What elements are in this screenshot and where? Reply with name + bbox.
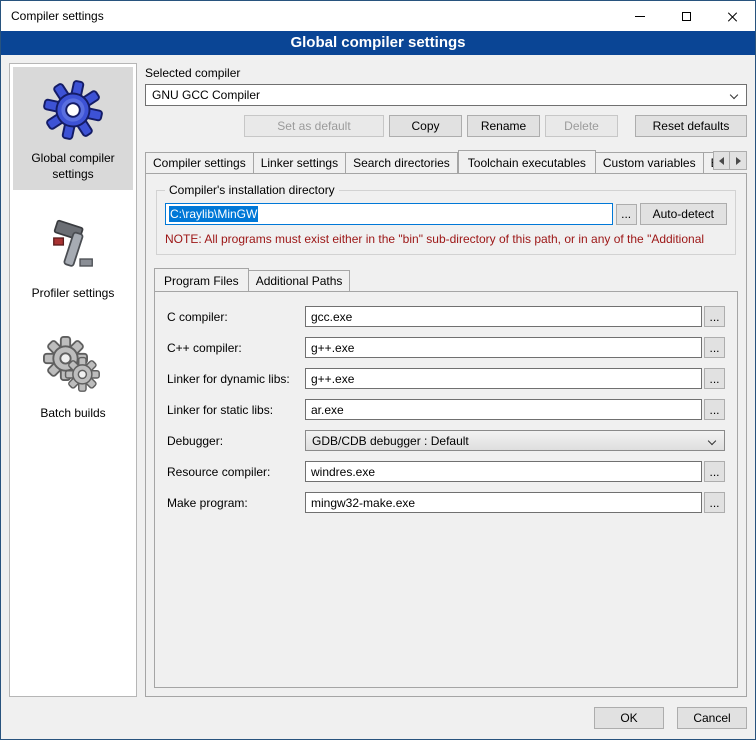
- copy-button[interactable]: Copy: [389, 115, 462, 137]
- debugger-select[interactable]: GDB/CDB debugger : Default: [305, 430, 725, 451]
- c-compiler-label: C compiler:: [167, 310, 303, 324]
- titlebar: Compiler settings: [1, 1, 755, 31]
- sidebar-item-label: Batch builds: [16, 406, 130, 422]
- installation-directory-group-title: Compiler's installation directory: [165, 183, 339, 197]
- installation-directory-value: C:\raylib\MinGW: [169, 206, 258, 222]
- inner-tab-scroll-area: Program Files Additional Paths: [154, 267, 738, 291]
- tab-scroll-arrows: [713, 151, 747, 170]
- installation-directory-note: NOTE: All programs must exist either in …: [165, 232, 727, 246]
- rename-button[interactable]: Rename: [467, 115, 540, 137]
- make-program-input[interactable]: [305, 492, 702, 513]
- c-compiler-row: C compiler: ...: [167, 306, 725, 327]
- debugger-row: Debugger: GDB/CDB debugger : Default: [167, 430, 725, 451]
- debugger-select-value: GDB/CDB debugger : Default: [312, 434, 469, 448]
- tab-search-directories[interactable]: Search directories: [346, 152, 458, 173]
- dynamic-linker-browse-button[interactable]: ...: [704, 368, 725, 389]
- toolchain-executables-panel: Compiler's installation directory C:\ray…: [145, 173, 747, 697]
- tab-additional-paths[interactable]: Additional Paths: [249, 270, 351, 291]
- resource-compiler-label: Resource compiler:: [167, 465, 303, 479]
- program-files-panel: C compiler: ... C++ compiler: ... Linker…: [154, 291, 738, 688]
- resource-compiler-input[interactable]: [305, 461, 702, 482]
- settings-tabstrip: Compiler settings Linker settings Search…: [145, 149, 747, 173]
- installation-directory-row: C:\raylib\MinGW ... Auto-detect: [165, 203, 727, 225]
- installation-directory-browse-button[interactable]: ...: [616, 204, 637, 225]
- compiler-settings-dialog: Compiler settings Global compiler settin…: [0, 0, 756, 740]
- set-as-default-button[interactable]: Set as default: [244, 115, 384, 137]
- c-compiler-input[interactable]: [305, 306, 702, 327]
- global-compiler-settings-gear-icon: [16, 77, 130, 143]
- sidebar-item-label: Global compiler settings: [16, 151, 130, 182]
- make-program-browse-button[interactable]: ...: [704, 492, 725, 513]
- ok-button[interactable]: OK: [594, 707, 664, 729]
- sidebar-item-label: Profiler settings: [16, 286, 130, 302]
- auto-detect-button[interactable]: Auto-detect: [640, 203, 727, 225]
- minimize-button[interactable]: [617, 1, 663, 31]
- dialog-content: Global compiler settings Profiler settin…: [1, 55, 755, 705]
- cpp-compiler-input[interactable]: [305, 337, 702, 358]
- tab-scroll-left-button[interactable]: [713, 151, 730, 170]
- installation-directory-group: Compiler's installation directory C:\ray…: [156, 190, 736, 255]
- cancel-button[interactable]: Cancel: [677, 707, 747, 729]
- window-title: Compiler settings: [1, 9, 104, 23]
- static-linker-browse-button[interactable]: ...: [704, 399, 725, 420]
- selected-compiler-label: Selected compiler: [145, 66, 747, 80]
- program-files-tabstrip: Program Files Additional Paths: [154, 267, 738, 291]
- installation-directory-input[interactable]: C:\raylib\MinGW: [165, 203, 613, 225]
- tab-linker-settings[interactable]: Linker settings: [254, 152, 346, 173]
- resource-compiler-row: Resource compiler: ...: [167, 461, 725, 482]
- static-linker-input[interactable]: [305, 399, 702, 420]
- minimize-icon: [635, 16, 645, 17]
- cpp-compiler-row: C++ compiler: ...: [167, 337, 725, 358]
- maximize-icon: [682, 12, 691, 21]
- make-program-label: Make program:: [167, 496, 303, 510]
- dialog-footer: OK Cancel: [1, 705, 755, 739]
- reset-defaults-button[interactable]: Reset defaults: [635, 115, 747, 137]
- c-compiler-browse-button[interactable]: ...: [704, 306, 725, 327]
- make-program-row: Make program: ...: [167, 492, 725, 513]
- dynamic-linker-input[interactable]: [305, 368, 702, 389]
- left-arrow-icon: [719, 157, 724, 165]
- delete-button[interactable]: Delete: [545, 115, 618, 137]
- tab-toolchain-executables[interactable]: Toolchain executables: [458, 150, 596, 173]
- compiler-select-value: GNU GCC Compiler: [152, 88, 260, 102]
- static-linker-row: Linker for static libs: ...: [167, 399, 725, 420]
- sidebar-item-profiler-settings[interactable]: Profiler settings: [13, 202, 133, 310]
- tab-program-files[interactable]: Program Files: [154, 268, 249, 291]
- dialog-header: Global compiler settings: [1, 31, 755, 55]
- chevron-down-icon: [708, 437, 716, 445]
- chevron-down-icon: [730, 91, 738, 99]
- sidebar-item-batch-builds[interactable]: Batch builds: [13, 322, 133, 430]
- tab-compiler-settings[interactable]: Compiler settings: [145, 152, 254, 173]
- profiler-settings-icon: [16, 212, 130, 278]
- batch-builds-gears-icon: [16, 332, 130, 398]
- main-panel: Selected compiler GNU GCC Compiler Set a…: [145, 63, 747, 697]
- tab-custom-variables[interactable]: Custom variables: [596, 152, 704, 173]
- maximize-button[interactable]: [663, 1, 709, 31]
- dynamic-linker-label: Linker for dynamic libs:: [167, 372, 303, 386]
- close-button[interactable]: [709, 1, 755, 31]
- compiler-select[interactable]: GNU GCC Compiler: [145, 84, 747, 106]
- settings-sidebar: Global compiler settings Profiler settin…: [9, 63, 137, 697]
- dynamic-linker-row: Linker for dynamic libs: ...: [167, 368, 725, 389]
- sidebar-item-global-compiler-settings[interactable]: Global compiler settings: [13, 67, 133, 190]
- debugger-label: Debugger:: [167, 434, 303, 448]
- right-arrow-icon: [736, 157, 741, 165]
- tab-scroll-right-button[interactable]: [730, 151, 747, 170]
- cpp-compiler-browse-button[interactable]: ...: [704, 337, 725, 358]
- tab-scroll-area: Compiler settings Linker settings Search…: [145, 149, 747, 173]
- compiler-actions: Set as default Copy Rename Delete Reset …: [145, 115, 747, 137]
- cpp-compiler-label: C++ compiler:: [167, 341, 303, 355]
- close-icon: [727, 11, 738, 22]
- window-controls: [617, 1, 755, 31]
- resource-compiler-browse-button[interactable]: ...: [704, 461, 725, 482]
- static-linker-label: Linker for static libs:: [167, 403, 303, 417]
